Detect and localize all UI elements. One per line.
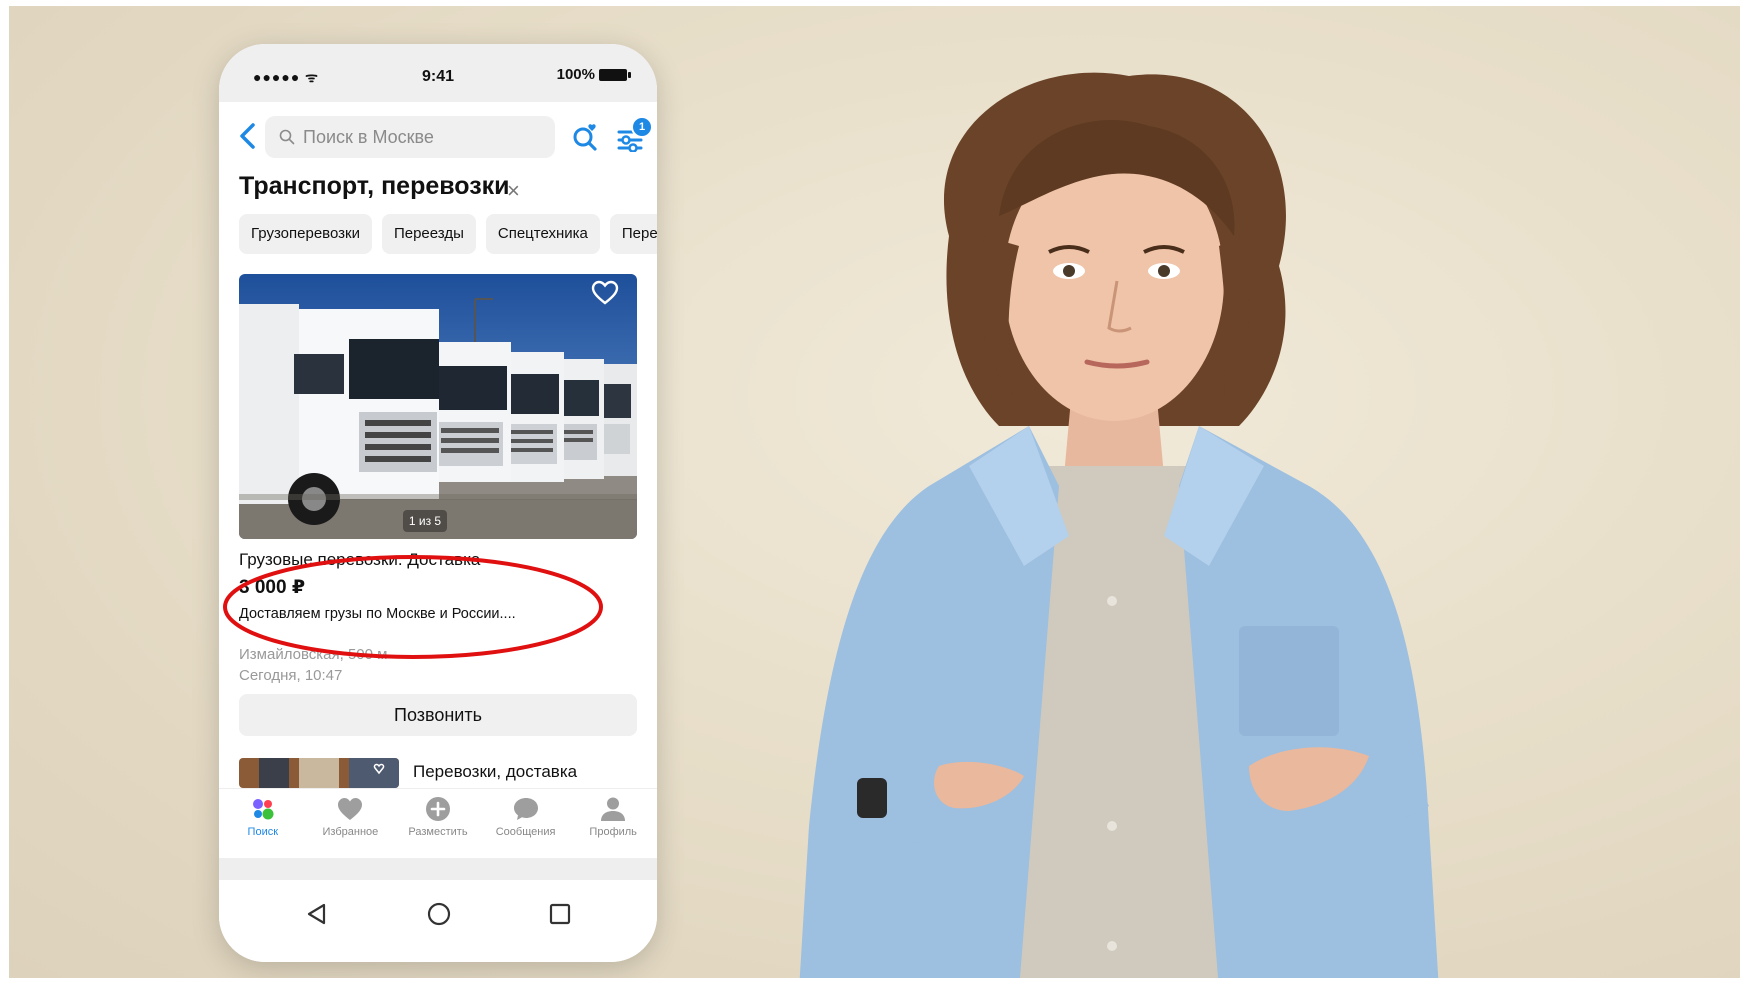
- bottom-tab-bar: Поиск Избранное Разместить Сообщения Про…: [219, 788, 657, 849]
- listing-photo[interactable]: [239, 274, 637, 539]
- tab-favorites[interactable]: Избранное: [307, 789, 395, 849]
- nav-back-icon[interactable]: [305, 902, 327, 926]
- tab-search[interactable]: Поиск: [219, 789, 307, 849]
- battery-percent: 100%: [556, 66, 595, 83]
- listing2-title[interactable]: Перевозки, доставка: [413, 762, 577, 782]
- heart-icon: [338, 798, 363, 820]
- favorite-heart-icon[interactable]: [591, 280, 619, 306]
- tab-favorites-label: Избранное: [322, 826, 379, 838]
- search-input[interactable]: Поиск в Москве: [265, 116, 555, 158]
- app-logo-icon: [252, 799, 274, 820]
- subcategory-chips: Грузоперевозки Переезды Спецтехника Пере: [239, 214, 657, 254]
- battery-indicator: 100%: [556, 66, 631, 83]
- android-nav-bar: [219, 880, 657, 962]
- call-button[interactable]: Позвонить: [239, 694, 637, 736]
- search-icon: [279, 129, 295, 145]
- nav-recent-apps-icon[interactable]: [549, 903, 571, 925]
- video-frame: ●●●●● ᯤ 9:41 100% Поиск в Москве 1 Транс…: [9, 6, 1740, 978]
- chip-moving[interactable]: Переезды: [381, 214, 476, 254]
- search-row: Поиск в Москве 1: [219, 112, 657, 162]
- chip-cargo[interactable]: Грузоперевозки: [239, 214, 372, 254]
- tab-messages[interactable]: Сообщения: [482, 789, 570, 849]
- tab-profile-label: Профиль: [589, 826, 637, 838]
- highlight-ellipse: [223, 555, 603, 659]
- listing-date: Сегодня, 10:47: [239, 667, 343, 684]
- listing2-photo[interactable]: [239, 758, 399, 788]
- back-arrow-icon[interactable]: [237, 122, 259, 150]
- separator: [219, 858, 657, 880]
- trucks-photo: [239, 274, 637, 539]
- category-clear-button[interactable]: ×: [507, 178, 520, 204]
- category-title: Транспорт, перевозки: [239, 172, 510, 200]
- chip-special-machinery[interactable]: Спецтехника: [485, 214, 600, 254]
- battery-icon: [599, 68, 631, 81]
- tab-post[interactable]: Разместить: [394, 789, 482, 849]
- user-icon: [601, 797, 626, 821]
- listing2-photo-art: [239, 758, 399, 788]
- tab-profile[interactable]: Профиль: [569, 789, 657, 849]
- photo-pager: 1 из 5: [403, 510, 447, 532]
- search-placeholder: Поиск в Москве: [303, 126, 434, 147]
- tab-search-label: Поиск: [247, 826, 279, 838]
- filter-count-badge: 1: [631, 116, 653, 138]
- phone-mockup: ●●●●● ᯤ 9:41 100% Поиск в Москве 1 Транс…: [219, 44, 657, 962]
- presenter-person: [799, 72, 1439, 978]
- letterbox-band: [0, 978, 1740, 984]
- saved-search-icon[interactable]: [571, 122, 601, 152]
- tab-messages-label: Сообщения: [495, 826, 556, 838]
- status-bar: ●●●●● ᯤ 9:41 100%: [219, 44, 657, 102]
- chat-bubble-icon: [513, 798, 538, 820]
- tab-post-label: Разместить: [408, 826, 468, 838]
- chip-more[interactable]: Пере: [609, 214, 657, 254]
- nav-home-icon[interactable]: [427, 902, 451, 926]
- plus-circle-icon: [425, 797, 450, 821]
